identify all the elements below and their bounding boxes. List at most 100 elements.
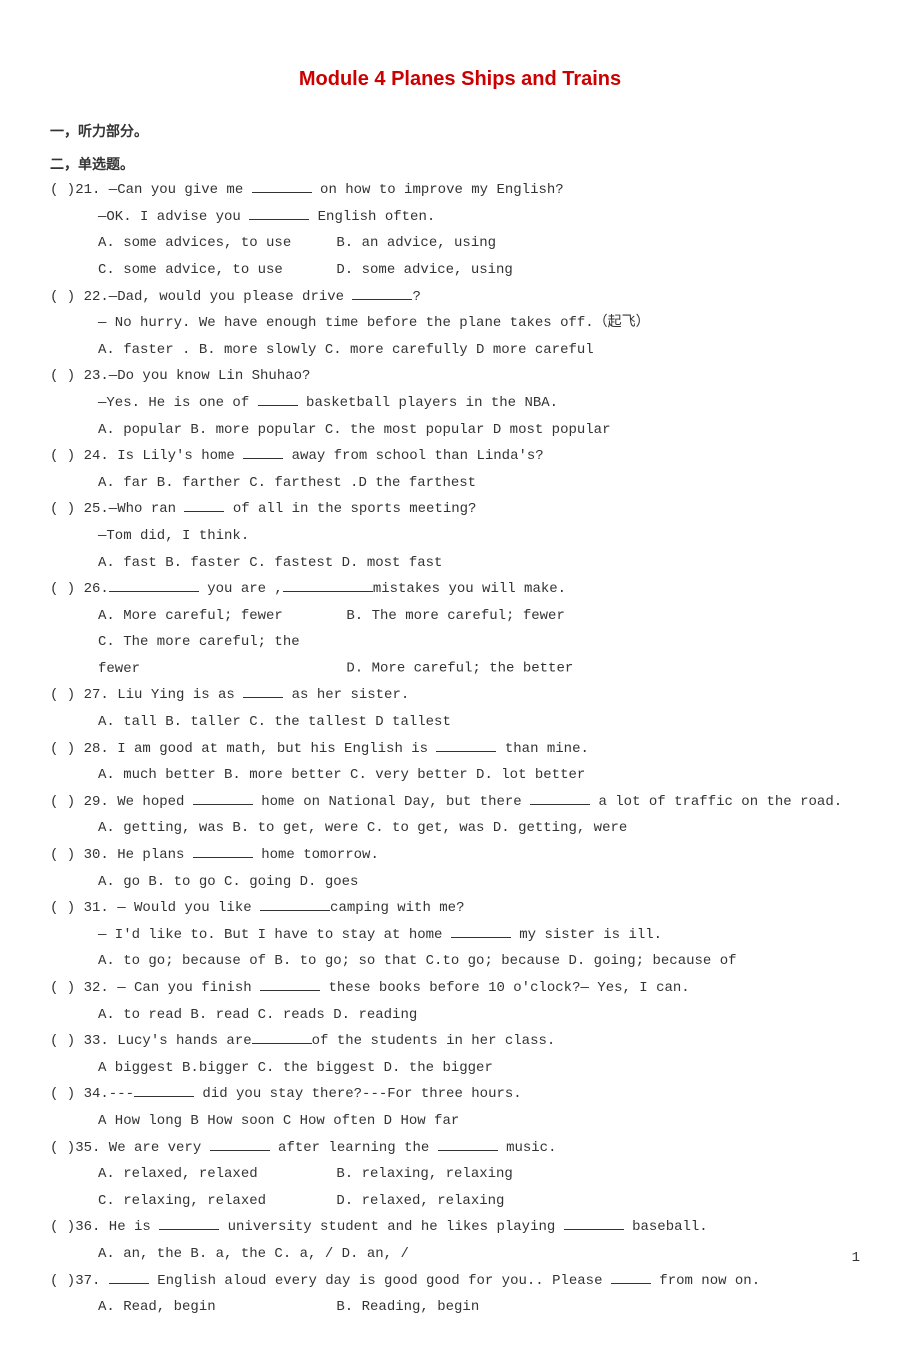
- blank-icon: [193, 844, 253, 858]
- q23-line2b: basketball players in the NBA.: [298, 395, 558, 411]
- q37-line1m: English aloud every day is good good for…: [149, 1273, 611, 1289]
- q27-line1b: as her sister.: [283, 687, 409, 703]
- q35-line1m: after learning the: [270, 1140, 438, 1156]
- q36-options: A. an, the B. a, the C. a, / D. an, /: [50, 1241, 870, 1268]
- blank-icon: [260, 898, 330, 912]
- blank-icon: [258, 392, 298, 406]
- q31-line2: — I'd like to. But I have to stay at hom…: [50, 922, 870, 949]
- document-title: Module 4 Planes Ships and Trains: [50, 60, 870, 98]
- q21-line2b: English often.: [309, 209, 435, 225]
- q21-options-row2: C. some advice, to use D. some advice, u…: [50, 257, 870, 284]
- question-29: ( ) 29. We hoped home on National Day, b…: [50, 789, 870, 816]
- q31-line1b: camping with me?: [330, 900, 464, 916]
- q25-options: A. fast B. faster C. fastest D. most fas…: [50, 550, 870, 577]
- q28-line1a: ( ) 28. I am good at math, but his Engli…: [50, 741, 436, 757]
- q26-optD: D. More careful; the better: [346, 661, 573, 677]
- q29-options: A. getting, was B. to get, were C. to ge…: [50, 815, 870, 842]
- q37-line1b: from now on.: [651, 1273, 760, 1289]
- q35-optA: A. relaxed, relaxed: [98, 1161, 328, 1188]
- q24-options: A. far B. farther C. farthest .D the far…: [50, 470, 870, 497]
- q27-line1a: ( ) 27. Liu Ying is as: [50, 687, 243, 703]
- q36-line1m: university student and he likes playing: [219, 1219, 563, 1235]
- q23-options: A. popular B. more popular C. the most p…: [50, 417, 870, 444]
- q31-options: A. to go; because of B. to go; so that C…: [50, 948, 870, 975]
- q29-line1m: home on National Day, but there: [253, 794, 530, 810]
- q26-line1m: you are ,: [199, 581, 283, 597]
- question-26: ( ) 26. you are ,mistakes you will make.: [50, 576, 870, 603]
- q33-options: A biggest B.bigger C. the biggest D. the…: [50, 1055, 870, 1082]
- q27-options: A. tall B. taller C. the tallest D talle…: [50, 709, 870, 736]
- q26-optB: B. The more careful; fewer: [346, 608, 564, 624]
- question-34: ( ) 34.--- did you stay there?---For thr…: [50, 1081, 870, 1108]
- q35-optB: B. relaxing, relaxing: [336, 1166, 512, 1182]
- q22-line1b: ?: [412, 289, 420, 305]
- blank-icon: [184, 499, 224, 513]
- question-21: ( )21. —Can you give me on how to improv…: [50, 177, 870, 204]
- q21-optB: B. an advice, using: [336, 235, 496, 251]
- q30-line1a: ( ) 30. He plans: [50, 847, 193, 863]
- q35-optD: D. relaxed, relaxing: [336, 1193, 504, 1209]
- q32-options: A. to read B. read C. reads D. reading: [50, 1002, 870, 1029]
- blank-icon: [243, 446, 283, 460]
- q31-line2a: — I'd like to. But I have to stay at hom…: [98, 927, 451, 943]
- q25-line2: —Tom did, I think.: [50, 523, 870, 550]
- blank-icon: [438, 1137, 498, 1151]
- q26-optA: A. More careful; fewer: [98, 603, 338, 630]
- blank-icon: [451, 924, 511, 938]
- question-32: ( ) 32. — Can you finish these books bef…: [50, 975, 870, 1002]
- q26-options-row2: C. The more careful; the fewer D. More c…: [50, 629, 870, 682]
- q21-optA: A. some advices, to use: [98, 230, 328, 257]
- q36-line1a: ( )36. He is: [50, 1219, 159, 1235]
- page-number: 1: [852, 1245, 860, 1272]
- q34-line1b: did you stay there?---For three hours.: [194, 1086, 522, 1102]
- q37-line1a: ( )37.: [50, 1273, 109, 1289]
- q33-line1a: ( ) 33. Lucy's hands are: [50, 1033, 252, 1049]
- q26-line1a: ( ) 26.: [50, 581, 109, 597]
- q28-line1b: than mine.: [496, 741, 588, 757]
- q35-options-row2: C. relaxing, relaxed D. relaxed, relaxin…: [50, 1188, 870, 1215]
- q21-line1a: ( )21. —Can you give me: [50, 182, 252, 198]
- q28-options: A. much better B. more better C. very be…: [50, 762, 870, 789]
- question-27: ( ) 27. Liu Ying is as as her sister.: [50, 682, 870, 709]
- question-24: ( ) 24. Is Lily's home away from school …: [50, 443, 870, 470]
- q30-line1b: home tomorrow.: [253, 847, 379, 863]
- q21-line2: —OK. I advise you English often.: [50, 204, 870, 231]
- blank-icon: [210, 1137, 270, 1151]
- q30-options: A. go B. to go C. going D. goes: [50, 869, 870, 896]
- blank-icon: [243, 685, 283, 699]
- blank-icon: [134, 1084, 194, 1098]
- q23-line2a: —Yes. He is one of: [98, 395, 258, 411]
- section-2-heading: 二，单选题。: [50, 151, 870, 178]
- q35-line1a: ( )35. We are very: [50, 1140, 210, 1156]
- blank-icon: [564, 1217, 624, 1231]
- blank-icon: [193, 791, 253, 805]
- q23-line2: —Yes. He is one of basketball players in…: [50, 390, 870, 417]
- q21-options-row1: A. some advices, to use B. an advice, us…: [50, 230, 870, 257]
- question-36: ( )36. He is university student and he l…: [50, 1214, 870, 1241]
- q22-line2: — No hurry. We have enough time before t…: [50, 310, 870, 337]
- question-25: ( ) 25.—Who ran of all in the sports mee…: [50, 496, 870, 523]
- blank-icon: [611, 1270, 651, 1284]
- q35-optC: C. relaxing, relaxed: [98, 1188, 328, 1215]
- q37-optA: A. Read, begin: [98, 1294, 328, 1321]
- q25-line1a: ( ) 25.—Who ran: [50, 501, 184, 517]
- q22-options: A. faster . B. more slowly C. more caref…: [50, 337, 870, 364]
- question-22: ( ) 22.—Dad, would you please drive ?: [50, 284, 870, 311]
- q29-line1a: ( ) 29. We hoped: [50, 794, 193, 810]
- blank-icon: [109, 1270, 149, 1284]
- blank-icon: [252, 180, 312, 194]
- blank-icon: [159, 1217, 219, 1231]
- q35-options-row1: A. relaxed, relaxed B. relaxing, relaxin…: [50, 1161, 870, 1188]
- q34-options: A How long B How soon C How often D How …: [50, 1108, 870, 1135]
- blank-icon: [109, 579, 199, 593]
- question-23-line1: ( ) 23.—Do you know Lin Shuhao?: [50, 363, 870, 390]
- section-1-heading: 一，听力部分。: [50, 118, 870, 145]
- q35-line1b: music.: [498, 1140, 557, 1156]
- question-35: ( )35. We are very after learning the mu…: [50, 1135, 870, 1162]
- question-28: ( ) 28. I am good at math, but his Engli…: [50, 736, 870, 763]
- q25-line1b: of all in the sports meeting?: [224, 501, 476, 517]
- q24-line1b: away from school than Linda's?: [283, 448, 543, 464]
- q24-line1a: ( ) 24. Is Lily's home: [50, 448, 243, 464]
- q21-optD: D. some advice, using: [336, 262, 512, 278]
- q21-line1b: on how to improve my English?: [312, 182, 564, 198]
